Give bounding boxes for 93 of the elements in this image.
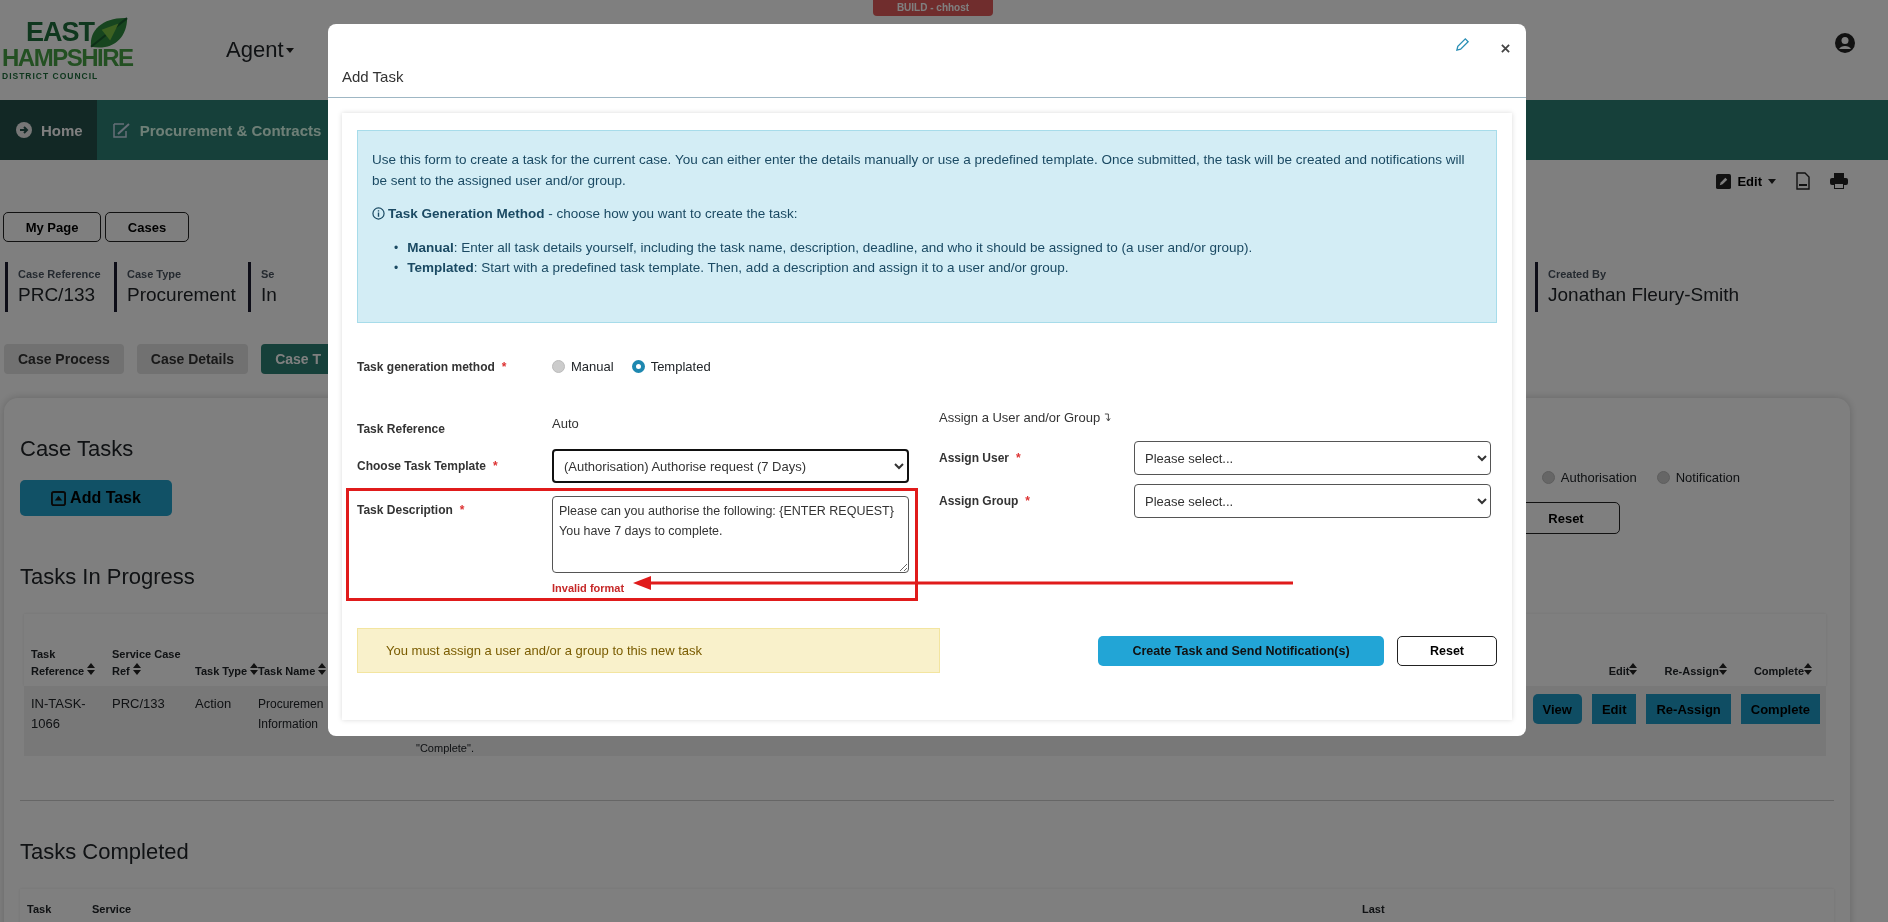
radio-label: Templated <box>650 359 711 374</box>
sort-icon[interactable] <box>1629 663 1638 675</box>
filter-radio[interactable] <box>1541 471 1555 484</box>
sort-icon[interactable] <box>87 663 96 675</box>
field-label: Created By <box>1548 268 1608 280</box>
filter-label: Notification <box>1675 470 1740 485</box>
sort-icon[interactable] <box>1718 663 1727 675</box>
bullet-marker: • <box>394 260 399 277</box>
column-header[interactable]: Task <box>27 903 52 915</box>
document-edit-icon <box>112 122 131 138</box>
council-logo[interactable]: EAST HAMPSHIRE DISTRICT COUNCIL <box>2 19 134 81</box>
column-header[interactable]: Service <box>92 903 132 915</box>
bullet-marker: • <box>394 240 399 257</box>
required-mark: * <box>492 459 498 473</box>
info-bullet: Manual: Enter all task details yourself, including the task name, description, deadline, and who it should be assigned to (a user and/or group). <box>407 239 1253 257</box>
caret-icon <box>285 47 294 53</box>
print-icon[interactable] <box>1830 173 1848 189</box>
filter-label: Authorisation <box>1560 470 1637 485</box>
dialog-title: Add Task <box>342 68 404 85</box>
pdf-file-icon[interactable] <box>1796 172 1810 190</box>
section-title: Case Tasks <box>20 436 134 462</box>
field-label: Task Reference <box>357 422 446 436</box>
case-tab[interactable]: Case Process <box>4 344 124 374</box>
submit-button[interactable]: Create Task and Send Notification(s) <box>1098 635 1384 666</box>
quick-link-button[interactable]: My Page <box>3 212 101 242</box>
section-title: Tasks Completed <box>20 839 189 865</box>
field-label: Se <box>261 268 276 280</box>
field-label: Case Type <box>127 268 183 280</box>
column-header[interactable]: Last <box>1362 903 1385 915</box>
column-header[interactable]: Complete <box>1746 663 1812 680</box>
warning-alert: You must assign a user and/or a group to this new task <box>357 628 940 673</box>
description-field[interactable]: Please can you authorise the following: {ENTER REQUEST} You have 7 days to complete. <box>552 496 909 573</box>
table-cell-text: Procuremen <box>258 696 324 713</box>
info-icon <box>372 207 385 220</box>
add-task-button[interactable]: Add Task <box>20 480 172 516</box>
curved-arrow-icon <box>1104 413 1112 422</box>
field-label: Task generation method * <box>357 359 508 374</box>
table-cell: "Complete". <box>416 742 474 754</box>
user-icon[interactable] <box>1835 33 1855 53</box>
section-title: Tasks In Progress <box>20 564 195 590</box>
required-mark: * <box>459 503 465 517</box>
method-radio[interactable] <box>552 360 565 373</box>
field-label: Assign Group * <box>939 494 1031 508</box>
column-header[interactable]: Re-Assign <box>1657 663 1727 680</box>
user-select[interactable]: Please select... <box>1134 441 1491 475</box>
field-label: Assign User * <box>939 451 1022 465</box>
case-tab[interactable]: Case Details <box>136 344 249 374</box>
field-value: In <box>261 284 278 306</box>
table-cell: Action <box>195 696 232 711</box>
info-text: Use this form to create a task for the current case. You can either enter the details manually or use a predefined template. Once submitted, the task will be created and notifications will be sent to the assigned user and/or group. <box>372 151 1466 190</box>
agent-menu[interactable]: Agent <box>226 37 294 63</box>
field-label: Task Description * <box>357 503 466 517</box>
table-cell: PRC/133 <box>112 696 165 711</box>
pencil-icon[interactable] <box>1455 37 1470 52</box>
build-badge: BUILD - chhost <box>873 0 993 16</box>
column-header[interactable]: Task Type <box>195 663 259 680</box>
table-cell-text: Information <box>258 716 319 733</box>
sort-icon[interactable] <box>132 663 141 675</box>
field-value: PRC/133 <box>18 284 97 306</box>
error-message: Invalid format <box>552 582 626 594</box>
filter-radio[interactable] <box>1656 471 1670 484</box>
nav-tab[interactable]: Procurement & Contracts <box>96 100 336 160</box>
quick-link-button[interactable]: Cases <box>105 212 189 242</box>
upload-box-icon <box>51 490 67 506</box>
method-radio[interactable] <box>631 360 645 373</box>
column-header[interactable]: Service Case Ref <box>112 646 190 680</box>
field-value: Auto <box>552 416 580 431</box>
template-select[interactable]: (Authorisation) Authorise request (7 Days) <box>552 449 909 483</box>
caret-icon <box>1768 178 1776 184</box>
column-header[interactable]: Task Name <box>258 663 327 680</box>
column-header[interactable]: Task Reference <box>31 646 109 680</box>
field-value: Procurement <box>127 284 237 306</box>
required-mark: * <box>501 359 507 374</box>
radio-label: Manual <box>571 359 614 374</box>
arrow-circle-icon <box>16 122 32 138</box>
column-header[interactable]: Edit <box>1601 663 1638 680</box>
info-bullet: Templated: Start with a predefined task template. Then, add a description and assign it to a user and/or group. <box>407 259 1069 277</box>
required-mark: * <box>1025 494 1030 508</box>
info-text: Task Generation Method - choose how you want to create the task: <box>388 205 798 223</box>
table-cell: IN-TASK-1066 <box>31 696 86 731</box>
edit-menu[interactable]: Edit <box>1716 173 1776 189</box>
field-label: Case Reference <box>18 268 102 280</box>
reset-button[interactable]: Reset <box>1397 635 1497 666</box>
field-value: Jonathan Fleury-Smith <box>1548 284 1741 306</box>
sort-icon[interactable] <box>250 663 259 675</box>
nav-tab[interactable]: Home <box>0 100 97 160</box>
sort-icon[interactable] <box>1804 663 1812 675</box>
field-label: Choose Task Template * <box>357 459 499 473</box>
group-select[interactable]: Please select... <box>1134 484 1491 518</box>
required-mark: * <box>1016 451 1021 465</box>
close-icon <box>1501 44 1510 53</box>
pencil-square-icon <box>1716 173 1732 189</box>
section-heading: Assign a User and/or Group <box>939 410 1101 425</box>
